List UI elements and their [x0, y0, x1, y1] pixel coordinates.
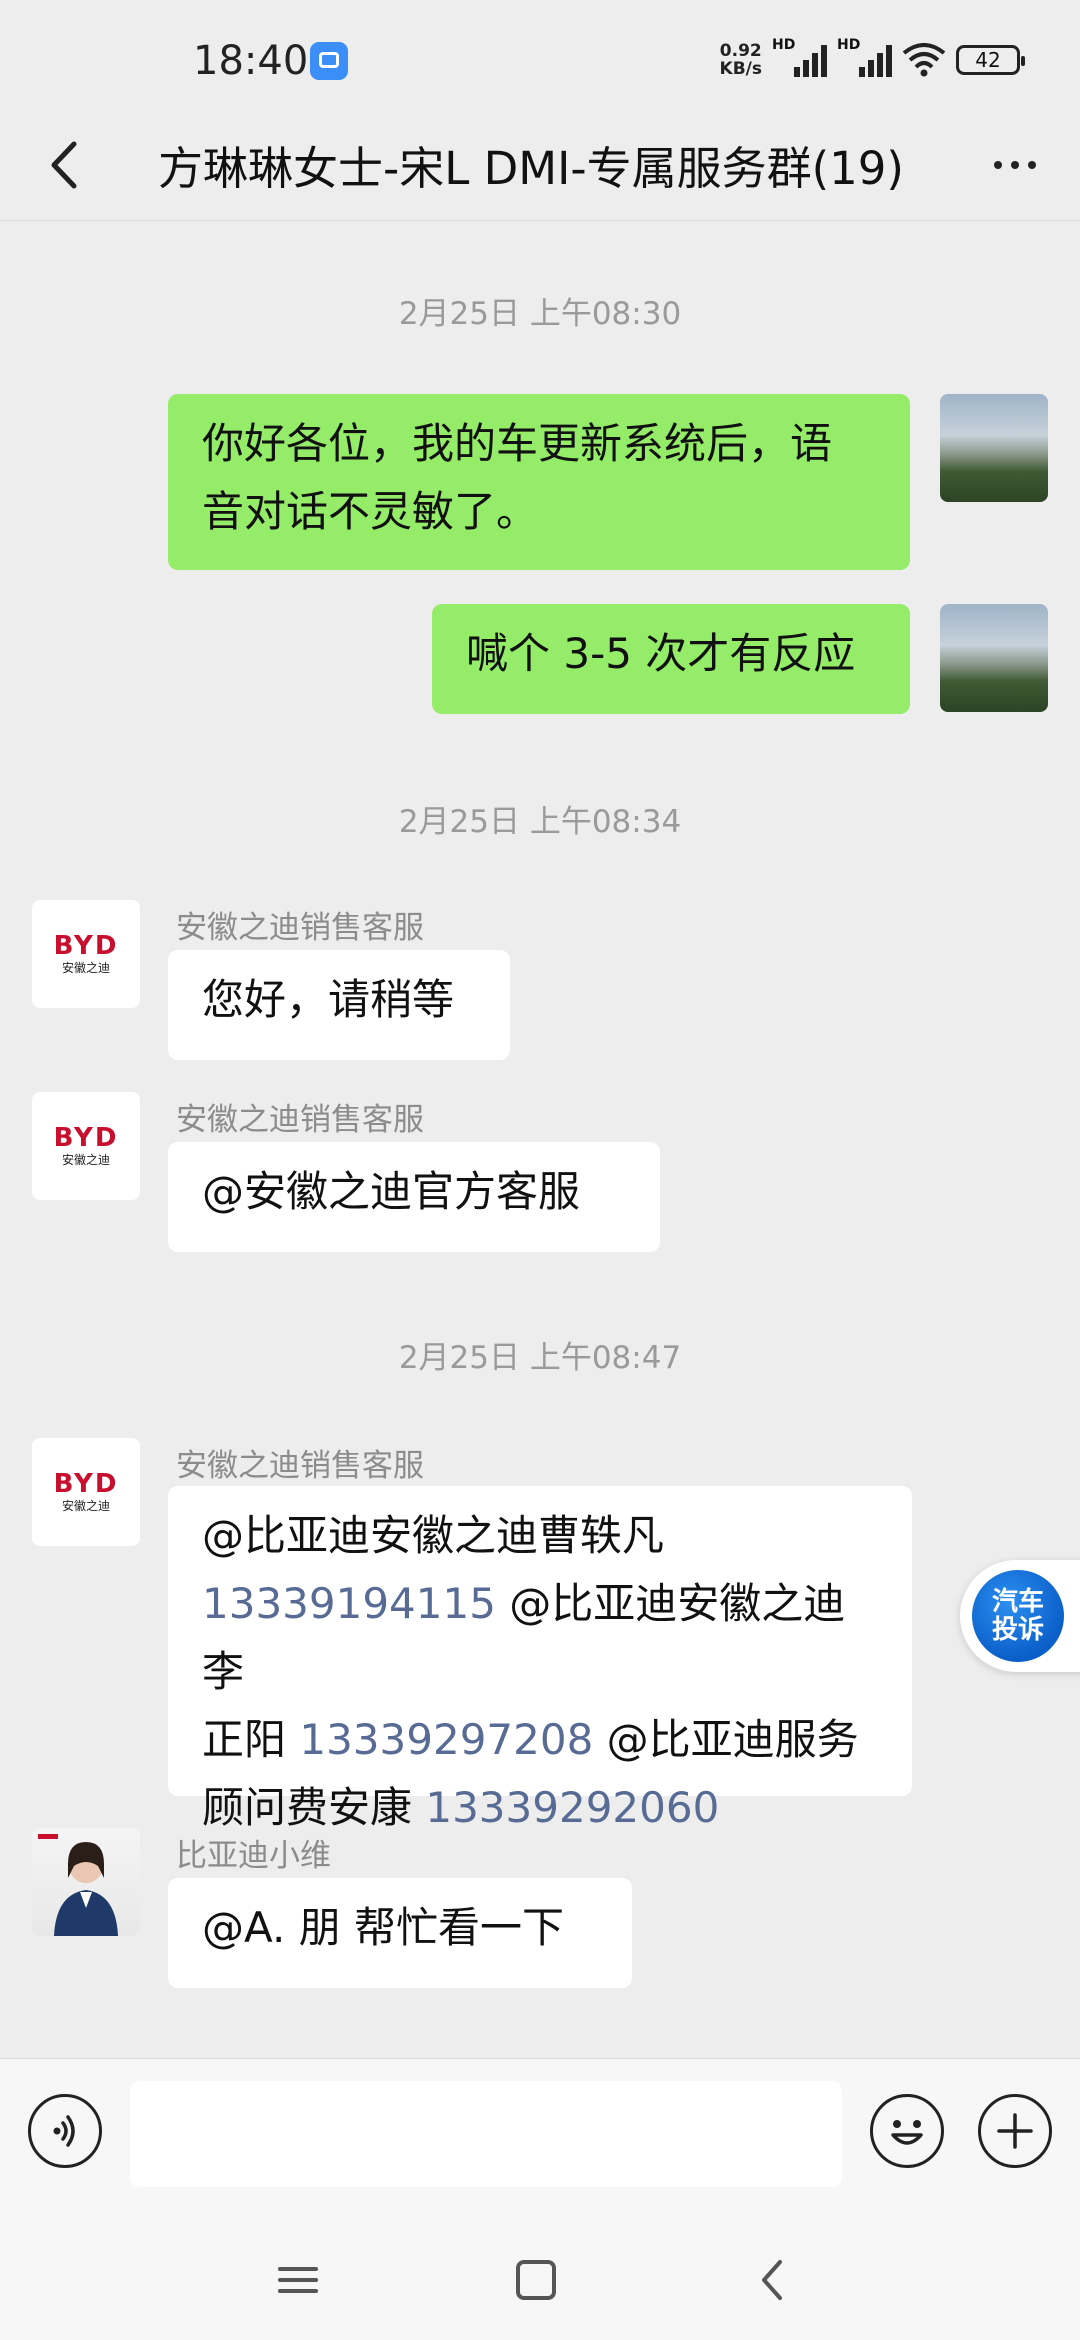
self-avatar[interactable] — [940, 604, 1048, 712]
message-bubble-self[interactable]: 喊个 3-5 次才有反应 — [432, 604, 910, 714]
sender-name: 安徽之迪销售客服 — [176, 1102, 424, 1138]
menu-icon[interactable] — [263, 2245, 333, 2315]
system-nav-bar — [0, 2220, 1080, 2340]
more-dot — [1028, 161, 1036, 169]
complaint-badge-icon: 汽车 投诉 — [972, 1570, 1064, 1662]
home-icon[interactable] — [501, 2245, 571, 2315]
back-button[interactable] — [30, 130, 100, 200]
message-bubble-self[interactable]: 你好各位，我的车更新系统后，语 音对话不灵敏了。 — [168, 394, 910, 570]
app-notification-icon — [310, 42, 348, 80]
byd-avatar[interactable]: BYD 安徽之迪 — [32, 1438, 140, 1546]
more-options-button[interactable] — [980, 130, 1050, 200]
byd-avatar[interactable]: BYD 安徽之迪 — [32, 900, 140, 1008]
status-time: 18:40 — [193, 38, 309, 84]
emoji-icon — [891, 2120, 923, 2145]
signal-icon-2: HD — [837, 37, 892, 77]
byd-avatar[interactable]: BYD 安徽之迪 — [32, 1092, 140, 1200]
complaint-float-button[interactable]: 汽车 投诉 — [960, 1560, 1080, 1672]
timestamp: 2月25日 上午08:34 — [398, 804, 682, 840]
chat-header: 方琳琳女士-宋L DMI-专属服务群(19) — [0, 110, 1080, 221]
self-avatar[interactable] — [940, 394, 1048, 502]
more-actions-button[interactable] — [978, 2094, 1052, 2168]
timestamp: 2月25日 上午08:30 — [398, 296, 682, 332]
phone-link[interactable]: 13339292060 — [425, 1783, 719, 1832]
sender-name: 安徽之迪销售客服 — [176, 1448, 424, 1484]
signal-icon: HD — [772, 37, 827, 77]
message-bubble-other[interactable]: 您好，请稍等 — [168, 950, 510, 1060]
byd-assistant-avatar[interactable] — [32, 1828, 140, 1936]
more-dot — [1011, 161, 1019, 169]
message-bubble-other[interactable]: @比亚迪安徽之迪曹轶凡 13339194115 @比亚迪安徽之迪 李 正阳 13… — [168, 1486, 912, 1832]
phone-link[interactable]: 13339194115 — [202, 1579, 496, 1628]
plus-icon — [997, 2113, 1033, 2149]
message-line: @比亚迪安徽之迪曹轶凡 — [202, 1511, 665, 1560]
message-line: 13339194115 @比亚迪安徽之迪 李 — [202, 1579, 846, 1696]
wifi-icon — [902, 43, 946, 77]
phone-link[interactable]: 13339297208 — [299, 1715, 593, 1764]
voice-button[interactable] — [28, 2094, 102, 2168]
message-line: 正阳 13339297208 @比亚迪服务 — [202, 1715, 859, 1764]
sender-name: 比亚迪小维 — [176, 1838, 331, 1874]
chat-title: 方琳琳女士-宋L DMI-专属服务群(19) — [158, 142, 904, 195]
network-speed: 0.92 KB/s — [719, 41, 762, 79]
input-bar — [0, 2058, 1080, 2221]
timestamp: 2月25日 上午08:47 — [398, 1340, 682, 1376]
status-indicators: 0.92 KB/s HD HD 42 — [719, 37, 1025, 80]
message-bubble-other[interactable]: @A. 朋 帮忙看一下 — [168, 1878, 632, 1988]
voice-icon — [53, 2115, 75, 2147]
status-bar: 18:40 0.92 KB/s HD HD 42 — [0, 0, 1080, 120]
battery-icon: 42 — [956, 45, 1025, 75]
person-icon — [38, 1834, 118, 1936]
nav-back-icon[interactable] — [738, 2245, 808, 2315]
emoji-button[interactable] — [870, 2094, 944, 2168]
sender-name: 安徽之迪销售客服 — [176, 910, 424, 946]
more-dot — [994, 161, 1002, 169]
message-input[interactable] — [130, 2081, 842, 2187]
message-bubble-other[interactable]: @安徽之迪官方客服 — [168, 1142, 660, 1252]
